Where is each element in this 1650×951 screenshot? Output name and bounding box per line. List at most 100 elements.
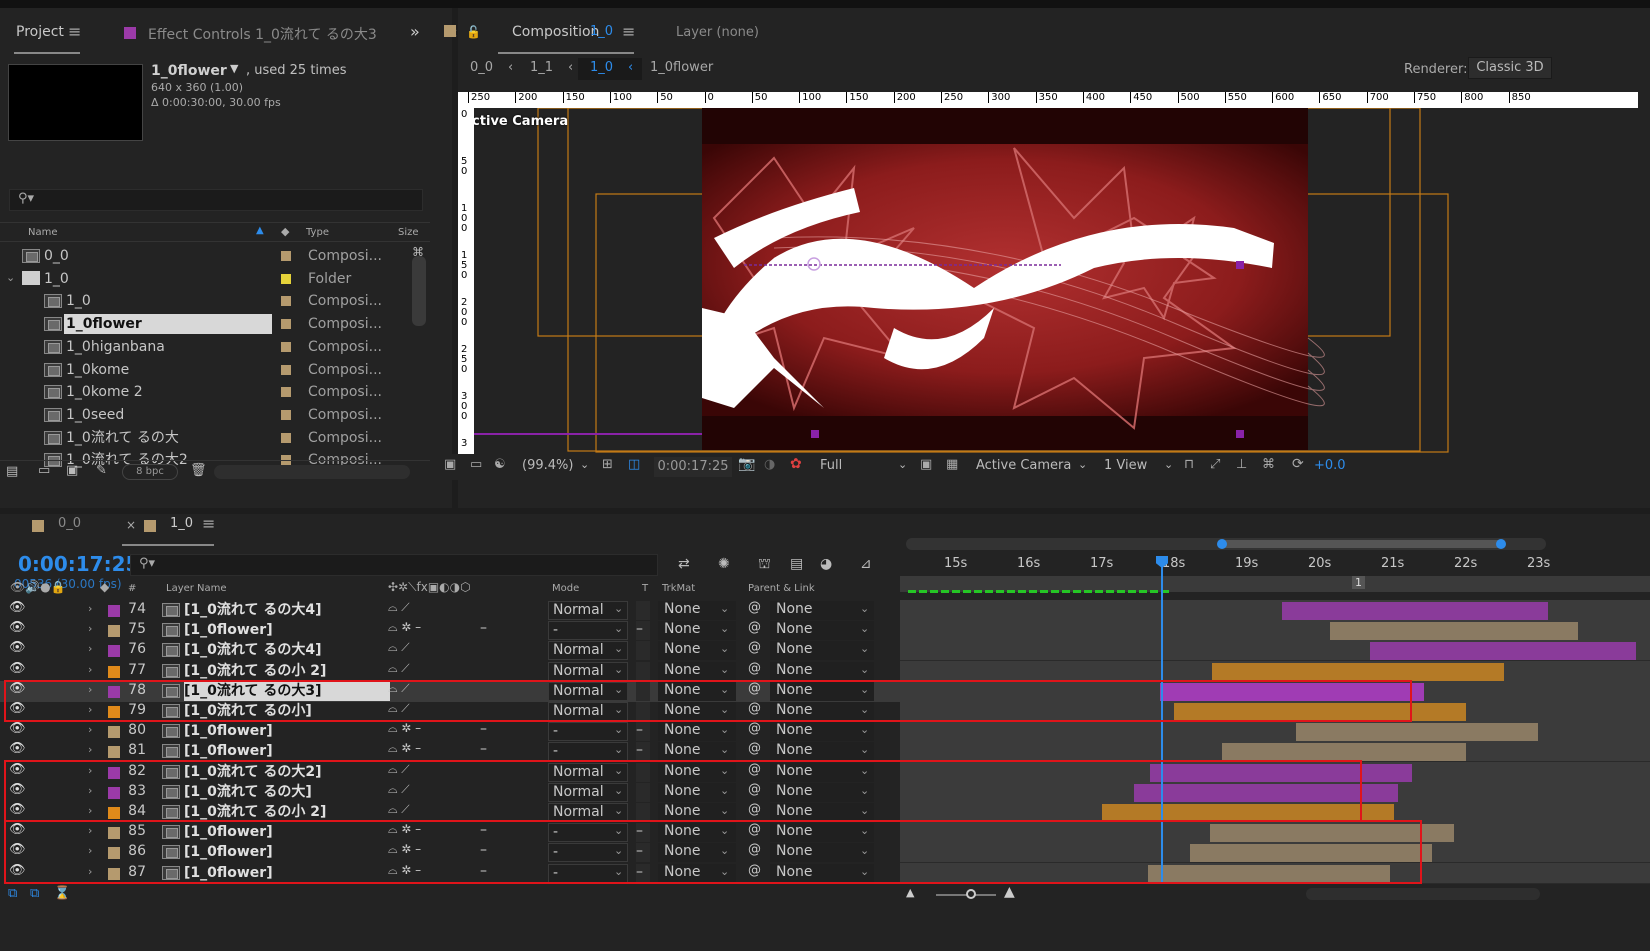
preserve-transparency-toggle[interactable] bbox=[636, 641, 650, 661]
parent-dropdown[interactable]: None bbox=[770, 661, 874, 681]
layer-switches[interactable]: ⌓ ⟋ bbox=[388, 640, 410, 655]
pick-whip-icon[interactable]: @ bbox=[748, 741, 761, 756]
resolution-dropdown[interactable]: Full bbox=[820, 458, 842, 473]
dropdown-arrow-icon[interactable]: ▼ bbox=[230, 62, 238, 75]
layer-track[interactable] bbox=[900, 600, 1650, 621]
composition-mini-flowchart-icon[interactable]: ⇄ bbox=[678, 556, 690, 572]
work-area-scroll[interactable] bbox=[906, 538, 1546, 550]
interpret-footage-icon[interactable]: ▤ bbox=[6, 464, 18, 479]
layer-row[interactable]: 👁 › 77 [1_0流れて るの小 2] ⌓ ⟋ Normal ⌄ None ⌄ @ None ⌄ bbox=[0, 661, 948, 682]
lock-icon[interactable]: 🔓 bbox=[466, 25, 481, 39]
label-swatch[interactable] bbox=[281, 341, 291, 352]
crumb-3[interactable]: 1_0flower bbox=[650, 60, 713, 75]
disclosure-chevron-down-icon[interactable]: ⌄ bbox=[6, 271, 15, 284]
layer-name[interactable]: [1_0flower] bbox=[184, 742, 390, 761]
timeline-hscrollbar[interactable] bbox=[1306, 888, 1540, 900]
project-hscrollbar[interactable] bbox=[214, 465, 410, 479]
layer-3d-switch[interactable]: – bbox=[480, 620, 487, 636]
visibility-eye-icon[interactable]: 👁 bbox=[9, 661, 26, 676]
col-type[interactable]: Type bbox=[306, 227, 329, 238]
project-item[interactable]: 1_0kome Composi... bbox=[0, 358, 430, 382]
mask-visibility-icon[interactable]: ☯ bbox=[494, 457, 506, 472]
flowchart-icon[interactable]: ⌘ bbox=[1262, 457, 1275, 472]
modes-toggle-icon[interactable]: ⧉ bbox=[30, 886, 39, 901]
layer-duration-bar[interactable] bbox=[1282, 602, 1548, 620]
layer-row[interactable]: 👁 › 75 [1_0flower] ⌓ ✲ – – - ⌄ – None ⌄ @ None ⌄ bbox=[0, 620, 948, 641]
layer-row[interactable]: 👁 › 74 [1_0流れて るの大4] ⌓ ⟋ Normal ⌄ None ⌄ @ None ⌄ bbox=[0, 600, 948, 621]
parent-dropdown[interactable]: None bbox=[770, 722, 874, 742]
pick-whip-icon[interactable]: @ bbox=[748, 600, 761, 615]
graph-editor-icon[interactable]: ⊿ bbox=[860, 556, 872, 572]
close-tab-icon[interactable]: × bbox=[126, 518, 136, 532]
brush-icon[interactable]: ✎ bbox=[96, 463, 107, 478]
parent-dropdown[interactable]: None bbox=[770, 601, 874, 620]
project-search-input[interactable]: ⚲▾ bbox=[9, 189, 423, 211]
expand-chevron-icon[interactable]: › bbox=[88, 622, 92, 635]
comp-viewer[interactable]: Active Camera bbox=[474, 108, 1642, 478]
visibility-eye-icon[interactable]: 👁 bbox=[9, 741, 26, 756]
zoom-in-icon[interactable]: ▲ bbox=[1004, 884, 1015, 900]
zoom-slider-thumb[interactable] bbox=[966, 889, 976, 899]
layer-duration-bar[interactable] bbox=[1296, 723, 1538, 742]
reset-exposure-icon[interactable]: ⟳ bbox=[1292, 456, 1304, 472]
layer-switches-toggle-icon[interactable]: ⧉ bbox=[8, 886, 17, 901]
layer-3d-switch[interactable]: – bbox=[480, 721, 487, 737]
parent-dropdown[interactable]: None bbox=[770, 621, 874, 641]
monitor-icon[interactable]: ▭ bbox=[470, 457, 482, 472]
flowchart-icon[interactable]: ⌘ bbox=[412, 245, 424, 259]
camera-dropdown[interactable]: Active Camera bbox=[976, 458, 1071, 473]
crumb-0[interactable]: 0_0 bbox=[470, 60, 493, 75]
project-item[interactable]: 1_0flower Composi... bbox=[0, 312, 430, 336]
tab-effect-controls[interactable]: Effect Controls 1_0流れて るの大3 bbox=[148, 24, 377, 44]
timeline-search-input[interactable]: ⚲▾ bbox=[130, 554, 658, 576]
overflow-icon[interactable]: » bbox=[410, 22, 420, 41]
layer-duration-bar[interactable] bbox=[1330, 622, 1578, 641]
label-swatch[interactable] bbox=[281, 251, 291, 261]
project-item[interactable]: ⌄ 1_0 Folder bbox=[0, 267, 430, 291]
layer-row[interactable]: 👁 › 76 [1_0流れて るの大4] ⌓ ⟋ Normal ⌄ None ⌄ @ None ⌄ bbox=[0, 640, 948, 661]
motion-blur-icon[interactable]: ◕ bbox=[820, 556, 832, 572]
color-channels-icon[interactable]: ✿ bbox=[790, 456, 802, 472]
transparency-grid-icon[interactable]: ▦ bbox=[946, 457, 958, 472]
visibility-eye-icon[interactable]: 👁 bbox=[9, 620, 26, 635]
project-scrollbar[interactable] bbox=[412, 256, 426, 326]
layer-track[interactable] bbox=[900, 620, 1650, 642]
range-handle[interactable] bbox=[1217, 539, 1227, 549]
layer-3d-switch[interactable]: – bbox=[480, 741, 487, 757]
visibility-eye-icon[interactable]: 👁 bbox=[9, 640, 26, 655]
preserve-transparency-toggle[interactable]: – bbox=[636, 742, 650, 762]
camera-snapshot-icon[interactable]: 📷 bbox=[738, 456, 755, 472]
time-ruler[interactable]: 15s 16s 17s 18s 19s 20s 21s 22s 23s bbox=[900, 554, 1650, 576]
current-time-display[interactable]: 0:00:17:25 bbox=[654, 457, 732, 477]
current-time[interactable]: 0:00:17:25 bbox=[18, 552, 139, 576]
pick-whip-icon[interactable]: @ bbox=[748, 661, 761, 676]
work-area-bar[interactable]: 1 bbox=[900, 576, 1650, 593]
preserve-transparency-toggle[interactable]: – bbox=[636, 621, 650, 641]
layer-name[interactable]: [1_0流れて るの大4] bbox=[184, 641, 390, 660]
layer-track[interactable] bbox=[900, 721, 1650, 743]
range-handle[interactable] bbox=[1496, 539, 1506, 549]
project-item[interactable]: 1_0kome 2 Composi... bbox=[0, 380, 430, 404]
new-folder-icon[interactable]: ▭ bbox=[38, 463, 50, 478]
renderer-button[interactable]: Classic 3D bbox=[1468, 57, 1552, 79]
show-snapshot-icon[interactable]: ◑ bbox=[764, 457, 775, 472]
expand-chevron-icon[interactable]: › bbox=[88, 642, 92, 655]
layer-name[interactable]: [1_0flower] bbox=[184, 722, 390, 741]
tab-layer[interactable]: Layer (none) bbox=[676, 25, 759, 40]
preserve-transparency-toggle[interactable]: – bbox=[636, 722, 650, 742]
pick-whip-icon[interactable]: @ bbox=[748, 640, 761, 655]
frame-blending-icon[interactable]: ▤ bbox=[790, 556, 803, 572]
layer-row[interactable]: 👁 › 80 [1_0flower] ⌓ ✲ – – - ⌄ – None ⌄ @ None ⌄ bbox=[0, 721, 948, 742]
layer-name[interactable]: [1_0流れて るの小 2] bbox=[184, 662, 390, 681]
region-of-interest-icon[interactable]: ◫ bbox=[628, 457, 640, 472]
timeline-menu-icon[interactable]: ≡ bbox=[202, 514, 215, 533]
render-time-icon[interactable]: ⌛ bbox=[54, 886, 70, 901]
label-swatch[interactable] bbox=[281, 409, 291, 420]
trash-icon[interactable]: 🗑 bbox=[190, 463, 207, 478]
project-item[interactable]: 0_0 Composi... bbox=[0, 244, 430, 268]
label-swatch[interactable] bbox=[281, 296, 291, 307]
sort-arrow-icon[interactable]: ▲ bbox=[256, 225, 264, 236]
label-swatch[interactable] bbox=[281, 319, 291, 330]
project-item[interactable]: 1_0seed Composi... bbox=[0, 403, 430, 427]
tab-0-0[interactable]: 0_0 bbox=[58, 516, 81, 531]
